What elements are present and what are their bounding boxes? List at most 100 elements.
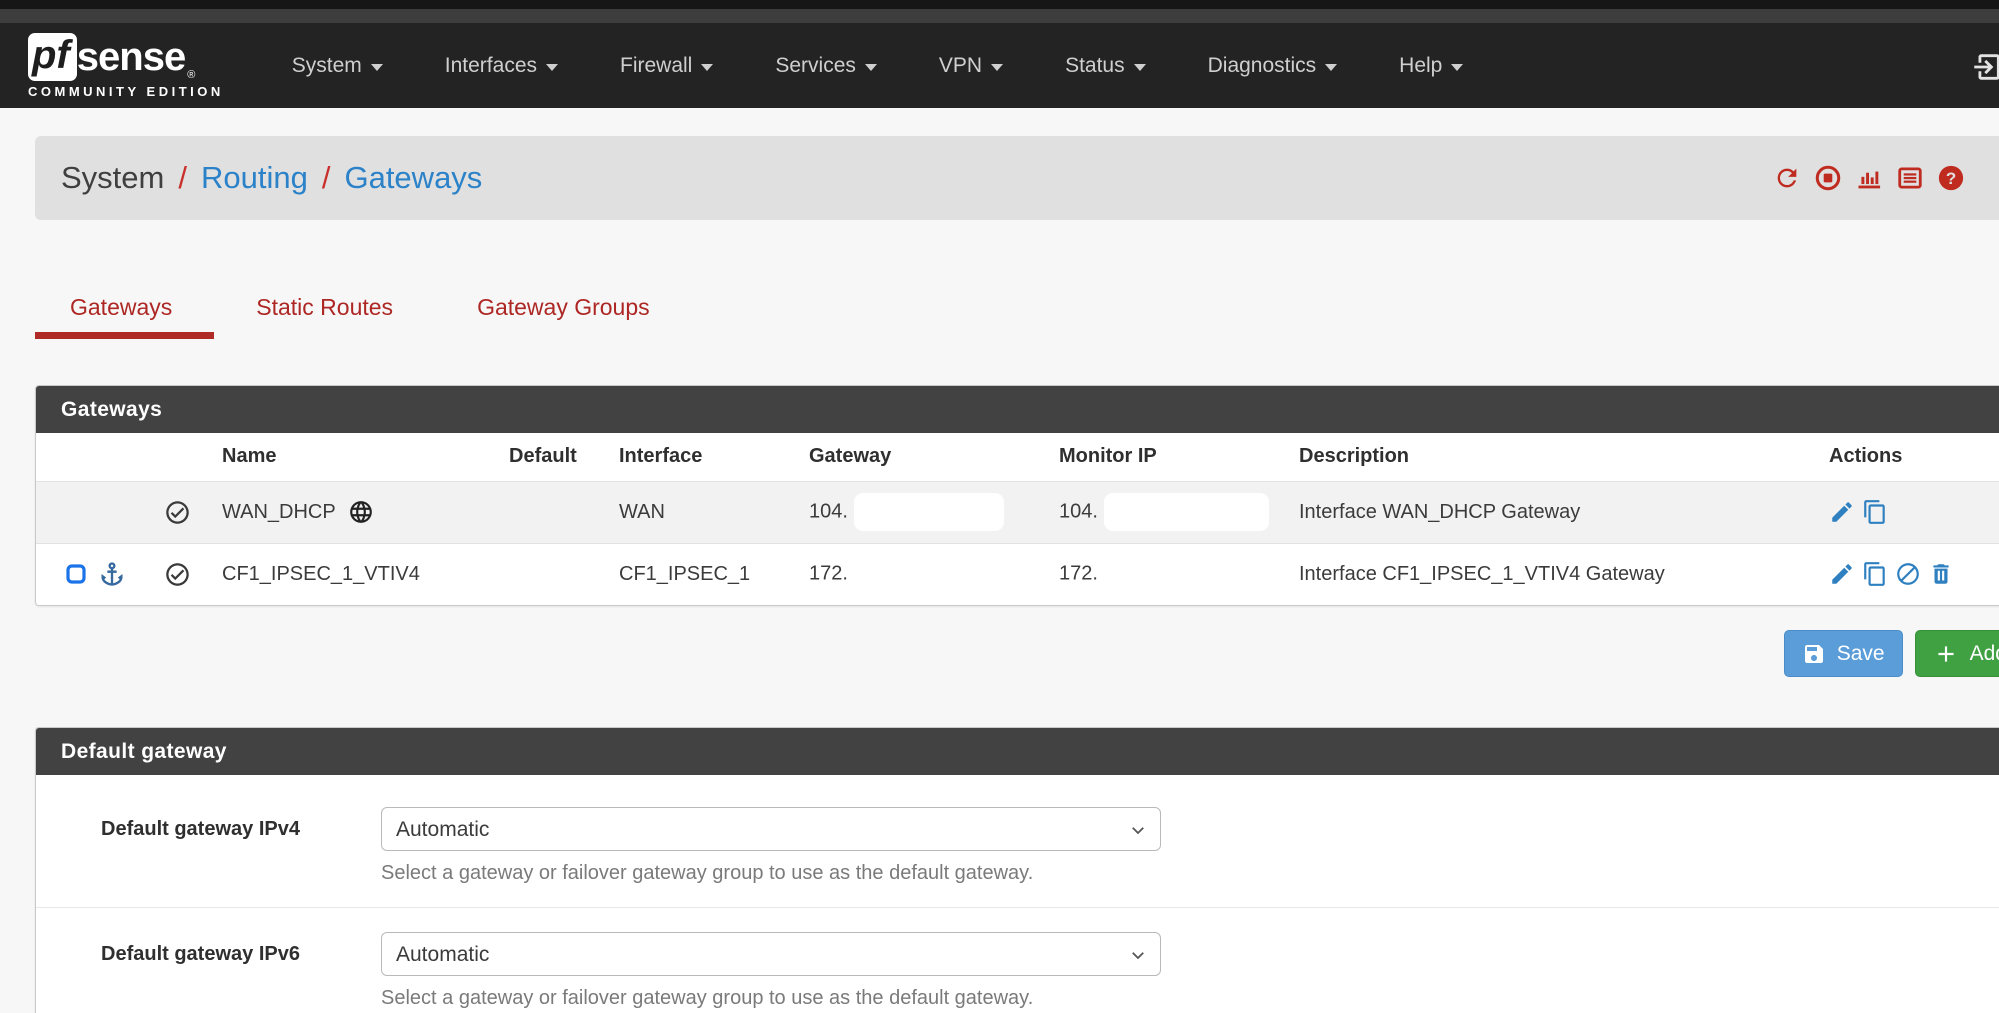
- logo-pf: pf: [28, 33, 77, 81]
- chevron-down-icon: [371, 64, 383, 71]
- form-row-ipv6: Default gateway IPv6 Automatic Select a …: [36, 907, 1999, 1013]
- breadcrumb-bar: System / Routing / Gateways ?: [35, 136, 1999, 220]
- check-circle-icon: [164, 499, 206, 526]
- monitor-graph-icon[interactable]: [1855, 164, 1883, 192]
- redaction-box: [1104, 493, 1269, 531]
- add-button-label: Add: [1970, 642, 1999, 666]
- edit-icon[interactable]: [1829, 561, 1855, 587]
- default-gateway-panel-title: Default gateway: [36, 728, 1999, 775]
- gateway-ip: 172.: [809, 563, 848, 585]
- tab-gateways[interactable]: Gateways: [35, 282, 214, 339]
- anchor-icon: [98, 560, 126, 588]
- col-interface: Interface: [611, 433, 801, 481]
- breadcrumb-gateways-link[interactable]: Gateways: [344, 160, 482, 196]
- disable-icon[interactable]: [1895, 561, 1921, 587]
- top-navbar: pfsense® COMMUNITY EDITION System Interf…: [0, 23, 1999, 108]
- table-header-row: Name Default Interface Gateway Monitor I…: [36, 433, 1999, 481]
- tab-static-routes[interactable]: Static Routes: [214, 282, 435, 339]
- window-chrome-strip: [0, 0, 1999, 9]
- gateways-panel: Gateways Name Default Interface Gateway …: [35, 385, 1999, 606]
- col-gateway: Gateway: [801, 433, 1051, 481]
- pfsense-logo[interactable]: pfsense® COMMUNITY EDITION: [28, 33, 224, 99]
- col-actions: Actions: [1821, 433, 1999, 481]
- status-cell: [156, 481, 214, 543]
- default-gateway-ipv6-select[interactable]: Automatic: [381, 932, 1161, 976]
- monitor-ip-cell: 172.: [1051, 543, 1291, 605]
- help-icon[interactable]: ?: [1937, 164, 1965, 192]
- default-gateway-ipv6-label: Default gateway IPv6: [36, 932, 381, 976]
- name-cell: WAN_DHCP: [214, 481, 501, 543]
- breadcrumb-action-icons: ?: [1773, 164, 1965, 192]
- menu-diagnostics-label: Diagnostics: [1208, 54, 1317, 78]
- gateways-table: Name Default Interface Gateway Monitor I…: [36, 433, 1999, 605]
- col-name: Name: [214, 433, 501, 481]
- logout-icon[interactable]: [1970, 50, 1999, 84]
- window-chrome-strip-2: [0, 9, 1999, 23]
- menu-services[interactable]: Services: [775, 54, 877, 78]
- col-description: Description: [1291, 433, 1821, 481]
- menu-interfaces[interactable]: Interfaces: [445, 54, 558, 78]
- save-button-label: Save: [1837, 642, 1885, 666]
- table-row: WAN_DHCP WAN 104. 104. Interface WAN_DHC…: [36, 481, 1999, 543]
- actions-cell: [1821, 481, 1999, 543]
- interface-cell: CF1_IPSEC_1: [611, 543, 801, 605]
- redaction-box: [854, 493, 1004, 531]
- page-container: System / Routing / Gateways ? Gat: [35, 136, 1999, 1013]
- stop-icon[interactable]: [1814, 164, 1842, 192]
- col-default: Default: [501, 433, 611, 481]
- default-gateway-ipv4-select[interactable]: Automatic: [381, 807, 1161, 851]
- edit-icon[interactable]: [1829, 499, 1855, 525]
- breadcrumb-system: System: [61, 160, 164, 196]
- main-menu: System Interfaces Firewall Services VPN …: [292, 54, 1464, 78]
- copy-icon[interactable]: [1862, 499, 1888, 525]
- menu-status-label: Status: [1065, 54, 1125, 78]
- save-button[interactable]: Save: [1784, 630, 1903, 677]
- chevron-down-icon: [1325, 64, 1337, 71]
- menu-services-label: Services: [775, 54, 856, 78]
- menu-help[interactable]: Help: [1399, 54, 1463, 78]
- square-outline-icon: [64, 562, 88, 586]
- gateway-ip: 104.: [809, 500, 848, 522]
- overlay-cell: [36, 481, 156, 543]
- chevron-down-icon: [546, 64, 558, 71]
- redaction-box: [1104, 555, 1269, 593]
- description-cell: Interface WAN_DHCP Gateway: [1291, 481, 1821, 543]
- refresh-icon[interactable]: [1773, 164, 1801, 192]
- breadcrumb-routing-link[interactable]: Routing: [201, 160, 308, 196]
- monitor-ip-cell: 104.: [1051, 481, 1291, 543]
- interface-cell: WAN: [611, 481, 801, 543]
- copy-icon[interactable]: [1862, 561, 1888, 587]
- monitor-ip: 104.: [1059, 500, 1098, 522]
- add-button[interactable]: Add: [1915, 630, 1999, 677]
- default-gateway-globe-icon: [348, 499, 374, 525]
- menu-vpn-label: VPN: [939, 54, 982, 78]
- logo-edition: COMMUNITY EDITION: [28, 84, 224, 99]
- redaction-box: [854, 555, 1004, 593]
- actions-cell: [1821, 543, 1999, 605]
- chevron-down-icon: [991, 64, 1003, 71]
- chevron-down-icon: [1451, 64, 1463, 71]
- breadcrumb: System / Routing / Gateways: [61, 160, 482, 196]
- menu-status[interactable]: Status: [1065, 54, 1146, 78]
- menu-diagnostics[interactable]: Diagnostics: [1208, 54, 1338, 78]
- description-cell: Interface CF1_IPSEC_1_VTIV4 Gateway: [1291, 543, 1821, 605]
- status-cell: [156, 543, 214, 605]
- table-row: CF1_IPSEC_1_VTIV4 CF1_IPSEC_1 172. 172. …: [36, 543, 1999, 605]
- menu-firewall-label: Firewall: [620, 54, 692, 78]
- col-status: [156, 433, 214, 481]
- monitor-ip: 172.: [1059, 563, 1098, 585]
- default-cell: [501, 543, 611, 605]
- col-overlay: [36, 433, 156, 481]
- delete-icon[interactable]: [1928, 561, 1954, 587]
- log-icon[interactable]: [1896, 164, 1924, 192]
- menu-system[interactable]: System: [292, 54, 383, 78]
- menu-help-label: Help: [1399, 54, 1442, 78]
- default-gateway-ipv4-label: Default gateway IPv4: [36, 807, 381, 851]
- save-icon: [1802, 642, 1826, 666]
- menu-firewall[interactable]: Firewall: [620, 54, 713, 78]
- overlay-cell: [36, 543, 156, 605]
- menu-vpn[interactable]: VPN: [939, 54, 1003, 78]
- gateway-cell: 104.: [801, 481, 1051, 543]
- tab-gateway-groups[interactable]: Gateway Groups: [435, 282, 692, 339]
- page-tabs: Gateways Static Routes Gateway Groups: [35, 282, 1999, 339]
